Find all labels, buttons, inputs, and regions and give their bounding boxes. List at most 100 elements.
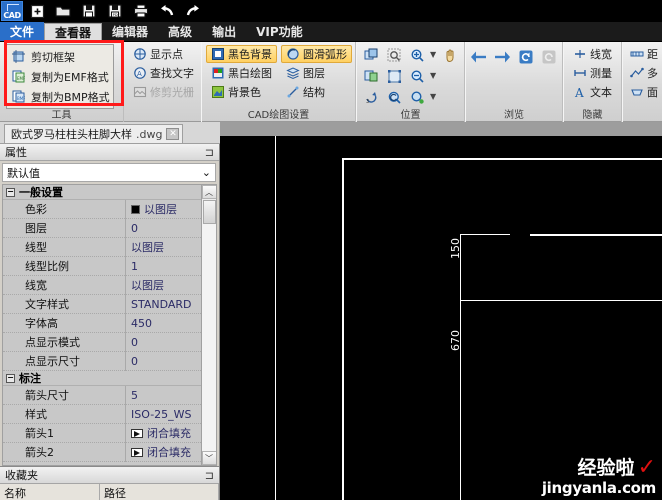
ribbon-item-bw-drawing[interactable]: 黑白绘图 [206, 64, 277, 82]
forward-arrow-icon[interactable] [493, 47, 511, 66]
ribbon-item-area-measure[interactable]: 面 [627, 83, 661, 101]
redo-icon[interactable] [181, 1, 205, 21]
table-row[interactable]: 箭头1 闭合填充 [3, 423, 201, 443]
ribbon-item-trim-raster[interactable]: 修剪光栅 [128, 83, 199, 101]
ribbon-item-line-width[interactable]: 线宽 [568, 45, 617, 63]
dropdown-item-crop-frame[interactable]: 剪切框架 [9, 48, 111, 65]
ribbon-item-layers[interactable]: 图层 [281, 64, 352, 82]
table-row[interactable]: 线宽 以图层 [3, 275, 201, 295]
menu-tab-advanced[interactable]: 高级 [158, 22, 202, 41]
measure-icon [573, 66, 587, 80]
zoom-in-icon[interactable] [407, 46, 427, 65]
property-value[interactable]: 以图层 [125, 237, 201, 257]
print-icon[interactable] [129, 1, 153, 21]
rotate-view-icon[interactable]: 3 [361, 88, 381, 107]
ribbon-item-text[interactable]: A 文本 [568, 83, 617, 101]
ribbon-item-structure[interactable]: 结构 [281, 83, 352, 101]
document-tab-extension: .dwg [136, 127, 163, 141]
document-tab[interactable]: 欧式罗马柱柱头柱脚大样 .dwg ✕ [4, 124, 184, 143]
table-row[interactable]: 文字样式 STANDARD [3, 294, 201, 314]
pin-icon[interactable]: ⊐ [205, 469, 214, 482]
table-row[interactable]: 色彩 以图层 [3, 199, 201, 219]
zoom-out-caret-icon[interactable]: ▼ [430, 72, 437, 80]
property-group-dimension[interactable]: − 标注 [3, 371, 201, 386]
ribbon-item-smooth-arc[interactable]: 圆滑弧形 [281, 45, 352, 63]
cad-logo-icon[interactable]: CAD [1, 1, 23, 21]
back-arrow-icon[interactable] [470, 47, 488, 66]
favorites-column-path[interactable]: 路径 [100, 484, 219, 500]
property-value[interactable]: 闭合填充 [125, 423, 201, 443]
undo-icon[interactable] [155, 1, 179, 21]
menu-tab-editor[interactable]: 编辑器 [102, 22, 158, 41]
zoom-dynamic-icon[interactable] [407, 88, 427, 107]
scrollbar-track[interactable] [201, 224, 216, 451]
favorites-column-name[interactable]: 名称 [0, 484, 100, 500]
ribbon-item-find-text[interactable]: A 查找文字 [128, 64, 199, 82]
table-row[interactable]: 线型 以图层 [3, 237, 201, 257]
document-tab-name: 欧式罗马柱柱头柱脚大样 [11, 128, 132, 141]
preset-dropdown[interactable]: 默认值 ⌄ [2, 163, 216, 182]
property-value[interactable]: 5 [125, 385, 201, 405]
menu-tab-output[interactable]: 输出 [202, 22, 246, 41]
ribbon-item-polyline-measure[interactable]: 多 [627, 64, 661, 82]
ribbon-item-black-background[interactable]: 黑色背景 [206, 45, 277, 63]
cad-drawing-canvas[interactable]: 150 670 经验啦 ✓ jingyanla.com [220, 122, 662, 500]
property-value[interactable]: 0 [125, 218, 201, 238]
menu-tab-file[interactable]: 文件 [0, 22, 45, 41]
pan-hand-icon[interactable] [440, 46, 460, 65]
property-value[interactable]: 1 [125, 256, 201, 276]
scroll-up-button[interactable]: ︿ [201, 185, 216, 199]
zoom-selection-icon[interactable] [384, 67, 404, 86]
ribbon-item-show-point[interactable]: 显示点 [128, 45, 199, 63]
ribbon-item-distance[interactable]: 距 [627, 45, 661, 63]
property-value-text: 闭合填充 [147, 427, 191, 440]
property-value[interactable]: 以图层 [125, 275, 201, 295]
scroll-down-button[interactable]: ﹀ [201, 451, 216, 465]
scrollbar-thumb[interactable] [202, 200, 216, 224]
zoom-in-caret-icon[interactable]: ▼ [430, 51, 437, 59]
ribbon-item-background-color[interactable]: 背景色 [206, 83, 277, 101]
property-value[interactable]: 450 [125, 313, 201, 333]
property-group-general[interactable]: − 一般设置 [3, 185, 201, 200]
menu-tab-viewer[interactable]: 查看器 [44, 23, 103, 41]
open-folder-icon[interactable] [51, 1, 75, 21]
ribbon-item-measure[interactable]: 测量 [568, 64, 617, 82]
table-row[interactable]: 点显示尺寸 0 [3, 351, 201, 371]
table-row[interactable]: 样式 ISO-25_WS [3, 404, 201, 424]
table-row[interactable]: 点显示模式 0 [3, 332, 201, 352]
table-row[interactable]: 箭头2 闭合填充 [3, 442, 201, 462]
new-file-icon[interactable] [25, 1, 49, 21]
properties-scrollbar[interactable]: ︿ ﹀ [201, 185, 216, 465]
collapse-icon[interactable]: − [6, 187, 15, 197]
property-value[interactable]: STANDARD [125, 294, 201, 314]
property-value[interactable]: 以图层 [125, 199, 201, 219]
save-icon[interactable] [77, 1, 101, 21]
area-measure-icon [630, 85, 644, 99]
collapse-icon[interactable]: − [6, 373, 15, 383]
refresh-icon[interactable] [517, 47, 535, 66]
zoom-out-icon[interactable] [407, 67, 427, 86]
table-row[interactable]: 箭头尺寸 5 [3, 385, 201, 405]
find-text-icon: A [133, 66, 147, 80]
table-row[interactable]: 线型比例 1 [3, 256, 201, 276]
table-row[interactable]: 字体高 450 [3, 313, 201, 333]
dropdown-item-copy-emf[interactable]: EMF 复制为EMF格式 [9, 68, 111, 85]
copy-export-dropdown-menu[interactable]: 剪切框架 EMF 复制为EMF格式 BMP 复制为BMP格式 [6, 44, 114, 109]
distance-icon [630, 47, 644, 61]
dropdown-item-copy-bmp[interactable]: BMP 复制为BMP格式 [9, 88, 111, 105]
menu-tab-vip[interactable]: VIP功能 [246, 22, 313, 41]
property-value[interactable]: 闭合填充 [125, 442, 201, 462]
fit-width-icon[interactable] [361, 67, 381, 86]
save-as-pdf-icon[interactable]: PDF [103, 1, 127, 21]
zoom-window-icon[interactable] [384, 46, 404, 65]
table-row[interactable]: 图层 0 [3, 218, 201, 238]
close-icon[interactable]: ✕ [166, 128, 180, 140]
property-value[interactable]: 0 [125, 332, 201, 352]
fit-window-icon[interactable] [361, 46, 381, 65]
zoom-dynamic-caret-icon[interactable]: ▼ [430, 93, 437, 101]
properties-list[interactable]: − 一般设置 色彩 以图层 图层 0 线型 以图层 线型比例 1 线宽 以图层 … [2, 184, 217, 466]
zoom-previous-icon[interactable] [384, 88, 404, 107]
pin-icon[interactable]: ⊐ [205, 146, 214, 159]
property-value[interactable]: 0 [125, 351, 201, 371]
property-value[interactable]: ISO-25_WS [125, 404, 201, 424]
